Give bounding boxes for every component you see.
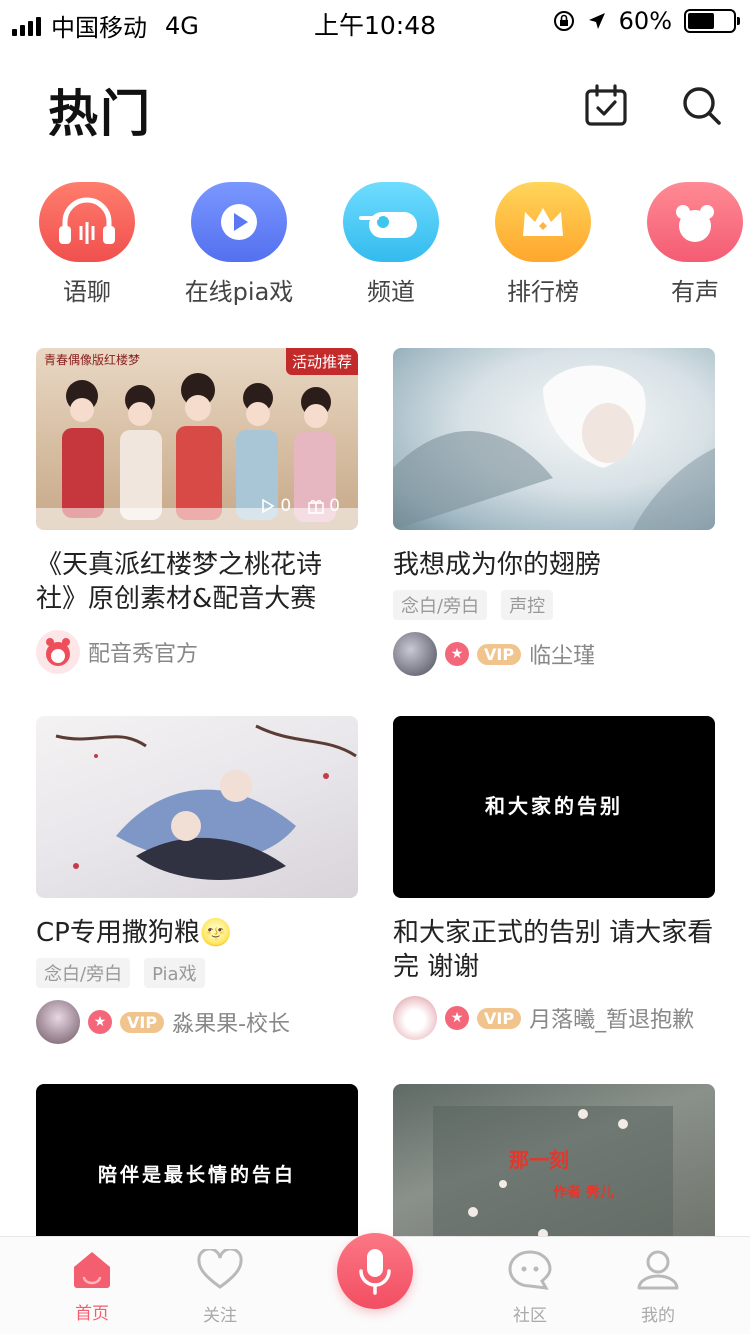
crown-icon <box>495 182 591 262</box>
home-icon <box>74 1252 110 1288</box>
post-thumbnail <box>393 348 715 530</box>
bottom-tab-bar: 首页 关注 社区 我的 <box>0 1233 750 1334</box>
avatar <box>393 632 437 676</box>
tab-community[interactable]: 社区 <box>480 1249 580 1326</box>
avatar <box>393 996 437 1040</box>
location-icon <box>588 13 605 29</box>
play-icon <box>191 182 287 262</box>
post-stats: 0 0 <box>260 496 340 516</box>
play-count-icon <box>262 498 275 514</box>
author-name: 配音秀官方 <box>88 642 199 667</box>
activity-badge: 活动推荐 <box>285 348 358 375</box>
post-card[interactable]: 我想成为你的翅膀 念白/旁白 声控 ★ VIP 临尘瑾 <box>393 348 715 676</box>
shortcut-label: 语聊 <box>63 278 111 306</box>
shortcut-online-pia[interactable]: 在线pia戏 <box>164 182 314 307</box>
carrier-name: 中国移动 <box>51 14 147 42</box>
shortcut-label: 排行榜 <box>507 278 579 306</box>
bear-icon <box>647 182 743 262</box>
shortcut-label: 在线pia戏 <box>184 278 294 306</box>
post-title: 《天真派红楼梦之桃花诗社》原创素材&配音大赛 <box>36 550 323 614</box>
network-type: 4G <box>165 11 199 40</box>
star-badge-icon: ★ <box>88 1010 112 1034</box>
shortcut-channel[interactable]: 频道 <box>316 182 466 307</box>
vip-badge: VIP <box>477 643 522 665</box>
avatar <box>36 1000 80 1044</box>
heart-icon <box>197 1247 243 1289</box>
thumbnail-author-text: 作者 秀儿 <box>553 1185 614 1201</box>
post-thumbnail: 和大家的告别 <box>393 716 715 898</box>
battery-icon <box>684 9 740 33</box>
tab-label: 关注 <box>203 1306 237 1326</box>
thumbnail-title-text: 那一刻 <box>509 1148 569 1172</box>
author-name: 淼果果-校长 <box>172 1012 291 1037</box>
shortcut-label: 频道 <box>367 278 415 306</box>
post-author[interactable]: ★ VIP 月落曦_暂退抱歉 <box>393 996 715 1040</box>
headphones-icon <box>39 182 135 262</box>
rotation-lock-icon <box>553 11 574 31</box>
tab-profile[interactable]: 我的 <box>608 1249 708 1326</box>
channel-icon <box>343 182 439 262</box>
tab-label: 社区 <box>513 1306 547 1326</box>
star-badge-icon: ★ <box>445 1006 469 1030</box>
category-shortcuts: 语聊 在线pia戏 频道 排行榜 有声 <box>0 182 750 312</box>
shortcut-audio[interactable]: 有声 <box>620 182 750 307</box>
post-author[interactable]: ★ VIP 临尘瑾 <box>393 632 715 676</box>
microphone-icon <box>359 1249 391 1295</box>
gift-count: 0 <box>329 496 340 516</box>
record-button[interactable] <box>337 1233 413 1309</box>
tab-label: 我的 <box>641 1306 675 1326</box>
post-thumbnail: 青春偶像版红楼梦 活动推荐 0 0 <box>36 348 358 530</box>
post-title: 和大家正式的告别 请大家看完 谢谢 <box>393 918 714 982</box>
star-badge-icon: ★ <box>445 642 469 666</box>
shortcut-label: 有声 <box>671 278 719 306</box>
play-count: 0 <box>280 496 292 516</box>
post-author[interactable]: ★ VIP 淼果果-校长 <box>36 1000 358 1044</box>
check-in-calendar-icon[interactable] <box>584 84 628 128</box>
post-author[interactable]: 配音秀官方 <box>36 630 358 674</box>
post-card[interactable]: 和大家的告别 和大家正式的告别 请大家看完 谢谢 ★ VIP 月落曦_暂退抱歉 <box>393 716 715 1040</box>
post-title: CP专用撒狗粮🌝 <box>36 918 233 948</box>
thumbnail-text: 陪伴是最长情的告白 <box>97 1164 296 1186</box>
post-card[interactable]: 青春偶像版红楼梦 活动推荐 0 0 《天真派红楼梦之桃花诗社》原创素材&配音大赛… <box>36 348 358 674</box>
shortcut-voice-chat[interactable]: 语聊 <box>12 182 162 307</box>
tab-home[interactable]: 首页 <box>42 1249 142 1324</box>
status-bar: 中国移动 4G 上午10:48 60% <box>0 0 750 42</box>
thumbnail-text: 和大家的告别 <box>485 794 623 818</box>
post-thumbnail <box>36 716 358 898</box>
post-tags: 念白/旁白 Pia戏 <box>36 958 358 988</box>
author-name: 临尘瑾 <box>529 644 596 669</box>
vip-badge: VIP <box>477 1007 522 1029</box>
tag[interactable]: 念白/旁白 <box>393 590 488 620</box>
battery-percent: 60% <box>618 7 672 35</box>
profile-icon <box>637 1250 679 1290</box>
post-title: 我想成为你的翅膀 <box>393 550 602 580</box>
tag[interactable]: Pia戏 <box>144 958 205 988</box>
hot-page: 中国移动 4G 上午10:48 60% 热门 语聊 在线pia戏 频道 排行榜 … <box>0 0 750 1334</box>
search-icon[interactable] <box>680 84 724 128</box>
page-title: 热门 <box>48 85 152 143</box>
vip-badge: VIP <box>120 1011 165 1033</box>
svg-text:青春偶像版红楼梦: 青春偶像版红楼梦 <box>44 352 140 367</box>
tab-label: 首页 <box>75 1304 109 1324</box>
tag[interactable]: 声控 <box>501 590 554 620</box>
signal-icon <box>12 16 41 36</box>
post-card[interactable]: CP专用撒狗粮🌝 念白/旁白 Pia戏 ★ VIP 淼果果-校长 <box>36 716 358 1044</box>
avatar <box>36 630 80 674</box>
community-icon <box>508 1250 552 1290</box>
shortcut-ranking[interactable]: 排行榜 <box>468 182 618 307</box>
tab-follow[interactable]: 关注 <box>170 1247 270 1326</box>
author-name: 月落曦_暂退抱歉 <box>529 1008 695 1033</box>
post-tags: 念白/旁白 声控 <box>393 590 715 620</box>
gift-icon <box>308 500 324 514</box>
tag[interactable]: 念白/旁白 <box>36 958 131 988</box>
